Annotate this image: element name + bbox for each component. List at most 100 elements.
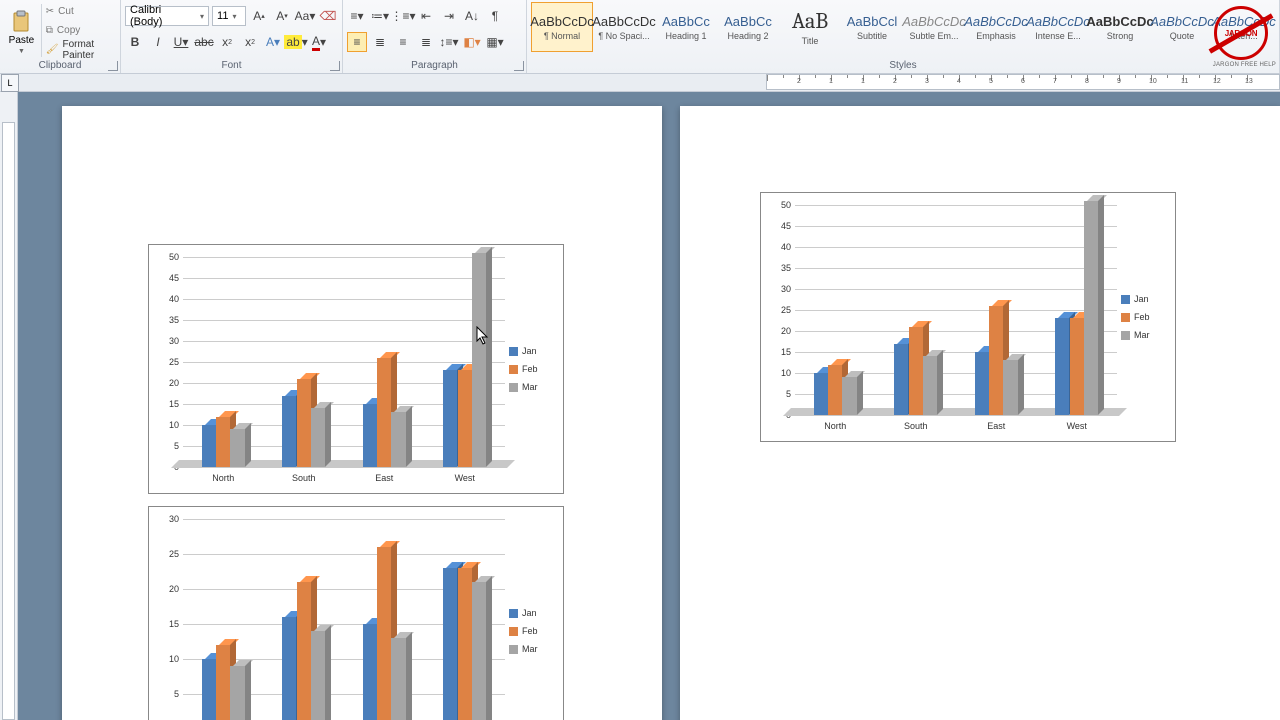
numbering-button[interactable]: ≔▾ [370,6,390,26]
style-title[interactable]: AaBTitle [779,2,841,52]
clear-format-button[interactable]: ⌫ [318,6,338,26]
bar[interactable] [1070,318,1084,415]
italic-button[interactable]: I [148,32,168,52]
bar[interactable] [1084,201,1098,415]
bold-button[interactable]: B [125,32,145,52]
bar[interactable] [842,377,856,415]
copy-icon: ⧉ [46,25,53,36]
bar[interactable] [377,547,391,720]
bar[interactable] [443,568,457,720]
tab-selector[interactable]: L [1,74,19,92]
align-right-button[interactable]: ≡ [393,32,413,52]
bar[interactable] [909,327,923,415]
chart[interactable]: 051015202530NorthSouthEastWestJanFebMar [148,506,564,720]
grow-font-button[interactable]: A▴ [249,6,269,26]
style--normal[interactable]: AaBbCcDc¶ Normal [531,2,593,52]
chart[interactable]: 05101520253035404550NorthSouthEastWestJa… [148,244,564,494]
bar[interactable] [311,408,325,467]
style-heading-2[interactable]: AaBbCcHeading 2 [717,2,779,52]
style-emphasis[interactable]: AaBbCcDcEmphasis [965,2,1027,52]
font-name-value: Calibri (Body) [130,4,196,28]
page-2[interactable]: 05101520253035404550NorthSouthEastWestJa… [680,106,1280,720]
paragraph-group-label: Paragraph [347,59,522,73]
bar[interactable] [363,404,377,467]
bar[interactable] [923,356,937,415]
change-case-button[interactable]: Aa▾ [295,6,315,26]
style-strong[interactable]: AaBbCcDcStrong [1089,2,1151,52]
bar[interactable] [472,253,486,467]
bar[interactable] [202,659,216,720]
bar[interactable] [391,638,405,720]
multilevel-button[interactable]: ⋮≡▾ [393,6,413,26]
cut-button[interactable]: ✂ Cut [44,3,116,21]
shading-button[interactable]: ◧▾ [462,32,482,52]
align-left-button[interactable]: ≡ [347,32,367,52]
y-tick: 50 [781,200,791,210]
bar[interactable] [1055,318,1069,415]
bar[interactable] [377,358,391,467]
bar[interactable] [363,624,377,720]
font-color-button[interactable]: A▾ [309,32,329,52]
bar[interactable] [216,645,230,720]
show-marks-button[interactable]: ¶ [485,6,505,26]
bar[interactable] [216,417,230,467]
bar[interactable] [458,568,472,720]
font-size-combo[interactable]: 11▾ [212,6,246,26]
style-intense-e-[interactable]: AaBbCcDcIntense E... [1027,2,1089,52]
vertical-ruler[interactable] [0,92,18,720]
bar[interactable] [282,617,296,720]
line-spacing-button[interactable]: ↕≡▾ [439,32,459,52]
bar[interactable] [297,582,311,720]
borders-button[interactable]: ▦▾ [485,32,505,52]
style-subtle-em-[interactable]: AaBbCcDcSubtle Em... [903,2,965,52]
bar[interactable] [458,370,472,467]
style-heading-1[interactable]: AaBbCcHeading 1 [655,2,717,52]
bar[interactable] [828,365,842,415]
y-tick: 30 [781,284,791,294]
subscript-button[interactable]: x2 [217,32,237,52]
bar[interactable] [975,352,989,415]
highlight-button[interactable]: ab▾ [286,32,306,52]
text-effects-button[interactable]: A▾ [263,32,283,52]
strike-button[interactable]: abc [194,32,214,52]
bar[interactable] [989,306,1003,415]
dec-indent-button[interactable]: ⇤ [416,6,436,26]
justify-button[interactable]: ≣ [416,32,436,52]
shrink-font-button[interactable]: A▾ [272,6,292,26]
y-tick: 30 [169,514,179,524]
font-name-combo[interactable]: Calibri (Body)▾ [125,6,209,26]
bar[interactable] [311,631,325,720]
superscript-button[interactable]: x2 [240,32,260,52]
style-subtitle[interactable]: AaBbCclSubtitle [841,2,903,52]
chart[interactable]: 05101520253035404550NorthSouthEastWestJa… [760,192,1176,442]
underline-button[interactable]: U▾ [171,32,191,52]
bullets-button[interactable]: ≡▾ [347,6,367,26]
bar[interactable] [391,412,405,467]
paragraph-launcher[interactable] [514,61,524,71]
y-tick: 20 [169,378,179,388]
bar[interactable] [202,425,216,467]
page-1[interactable]: 05101520253035404550NorthSouthEastWestJa… [62,106,662,720]
align-center-button[interactable]: ≣ [370,32,390,52]
copy-button[interactable]: ⧉ Copy [44,22,116,40]
style-quote[interactable]: AaBbCcDcQuote [1151,2,1213,52]
clipboard-launcher[interactable] [108,61,118,71]
sort-button[interactable]: A↓ [462,6,482,26]
font-launcher[interactable] [330,61,340,71]
format-painter-button[interactable]: 🖌 Format Painter [44,41,116,59]
style--no-spaci-[interactable]: AaBbCcDc¶ No Spaci... [593,2,655,52]
bar[interactable] [814,373,828,415]
bar[interactable] [443,370,457,467]
bar[interactable] [1003,360,1017,415]
bar[interactable] [894,344,908,415]
inc-indent-button[interactable]: ⇥ [439,6,459,26]
bar[interactable] [472,582,486,720]
paste-button[interactable]: Paste ▼ [4,2,39,59]
bar[interactable] [230,666,244,720]
bar[interactable] [230,429,244,467]
bar[interactable] [282,396,296,467]
paste-label: Paste [9,35,35,46]
bar[interactable] [297,379,311,467]
styles-gallery[interactable]: AaBbCcDc¶ NormalAaBbCcDc¶ No Spaci...AaB… [531,2,1275,59]
horizontal-ruler[interactable]: 2112345678910111213 [766,74,1280,90]
